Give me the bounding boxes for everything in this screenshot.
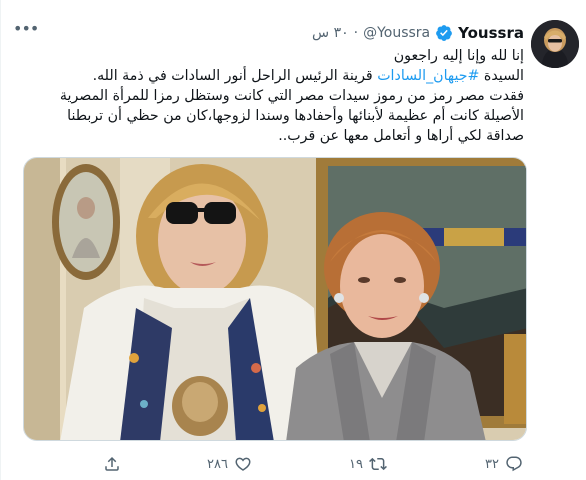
timestamp[interactable]: ٣٠ س — [312, 25, 349, 41]
tweet-text-line: فقدت مصر رمز من رموز سيدات مصر التي كانت… — [59, 88, 524, 104]
tweet-text: إنا لله وإنا إليه راجعون السيدة #جيهان_ا… — [24, 46, 524, 146]
like-count: ٢٨٦ — [207, 456, 228, 472]
tweet-text-line: السيدة #جيهان_السادات قرينة الرئيس الراح… — [24, 66, 524, 86]
author-handle[interactable]: @Youssra — [363, 25, 430, 41]
separator-dot: · — [353, 25, 359, 41]
tweet-card[interactable]: ••• Youssra @Youssra · ٣٠ س إنا لله وإنا… — [0, 0, 586, 480]
reply-action[interactable]: ٣٢ — [485, 452, 523, 476]
more-options-icon[interactable]: ••• — [13, 21, 39, 37]
author-name[interactable]: Youssra — [458, 24, 524, 42]
tweet-text-fragment: قرينة الرئيس الراحل أنور السادات في ذمة … — [92, 68, 373, 84]
share-icon — [105, 456, 119, 471]
hashtag-link[interactable]: #جيهان_السادات — [377, 68, 479, 84]
share-action[interactable] — [103, 452, 121, 476]
retweet-icon — [369, 457, 387, 471]
tweet-text-line: صداقة لكي أراها و أتعامل معها عن قرب.. — [278, 128, 524, 144]
tweet-header: Youssra @Youssra · ٣٠ س — [312, 22, 524, 44]
tweet-text-line: إنا لله وإنا إليه راجعون — [393, 48, 524, 64]
tweet-text-fragment: السيدة — [483, 68, 524, 84]
reply-count: ٣٢ — [485, 456, 499, 472]
retweet-count: ١٩ — [349, 456, 363, 472]
tweet-text-line: الأصيلة كانت أم عظيمة لأبنائها وأحفادها … — [67, 108, 524, 124]
retweet-action[interactable]: ١٩ — [349, 452, 387, 476]
like-action[interactable]: ٢٨٦ — [207, 452, 252, 476]
tweet-photo[interactable] — [23, 157, 527, 441]
heart-icon — [235, 457, 251, 471]
verified-badge-icon — [435, 24, 453, 42]
avatar[interactable] — [531, 20, 579, 68]
tweet-actions: ٣٢ ١٩ ٢٨٦ — [1, 452, 586, 476]
reply-icon — [506, 456, 522, 472]
